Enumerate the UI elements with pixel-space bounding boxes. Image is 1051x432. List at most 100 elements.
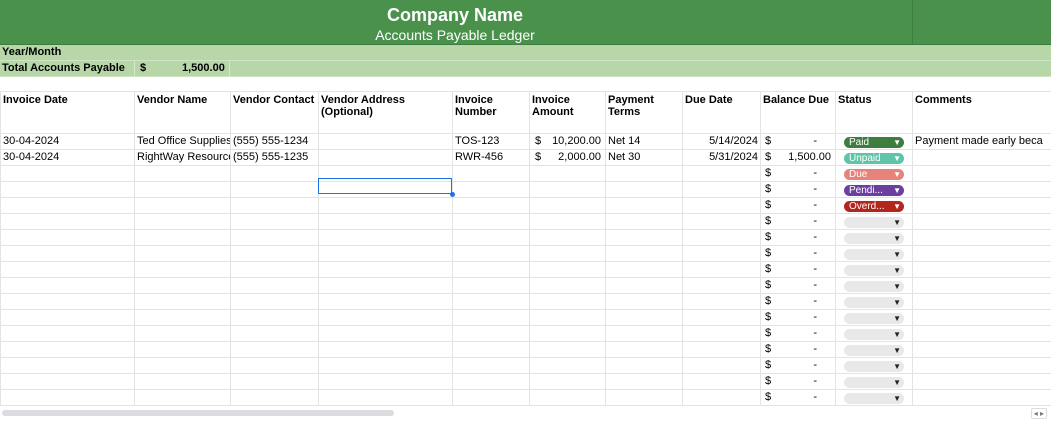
cell-vendor-contact[interactable]	[230, 358, 318, 373]
cell-vendor-name[interactable]	[134, 246, 230, 261]
cell-due-date[interactable]	[682, 166, 760, 181]
cell-payment-terms[interactable]: Net 14	[605, 134, 682, 149]
cell-vendor-name[interactable]	[134, 278, 230, 293]
cell-invoice-number[interactable]	[452, 198, 529, 213]
cell-vendor-address[interactable]	[318, 390, 452, 405]
cell-vendor-name[interactable]	[134, 262, 230, 277]
cell-invoice-number[interactable]	[452, 310, 529, 325]
cell-status[interactable]: ▼	[835, 374, 912, 389]
cell-comments[interactable]	[912, 230, 1051, 245]
cell-vendor-address[interactable]	[318, 262, 452, 277]
cell-vendor-contact[interactable]	[230, 390, 318, 405]
cell-invoice-date[interactable]	[0, 342, 134, 357]
cell-status[interactable]: Unpaid ▼	[835, 150, 912, 165]
cell-invoice-number[interactable]: RWR-456	[452, 150, 529, 165]
cell-invoice-amount[interactable]	[529, 342, 605, 357]
cell-vendor-address[interactable]	[318, 278, 452, 293]
cell-invoice-date[interactable]	[0, 310, 134, 325]
cell-comments[interactable]	[912, 150, 1051, 165]
cell-invoice-date[interactable]	[0, 374, 134, 389]
cell-vendor-name[interactable]: Ted Office Supplies	[134, 134, 230, 149]
status-dropdown[interactable]: Pendi... ▼	[844, 185, 904, 196]
cell-vendor-address[interactable]	[318, 374, 452, 389]
cell-vendor-contact[interactable]	[230, 294, 318, 309]
cell-comments[interactable]	[912, 374, 1051, 389]
header-invoice-amount[interactable]: Invoice Amount	[529, 92, 605, 133]
scroll-arrows[interactable]: ◂ ▸	[1030, 408, 1047, 419]
header-invoice-date[interactable]: Invoice Date	[0, 92, 134, 133]
cell-vendor-name[interactable]	[134, 214, 230, 229]
cell-balance-due[interactable]: $ -	[760, 182, 835, 197]
cell-status[interactable]: ▼	[835, 310, 912, 325]
cell-comments[interactable]	[912, 294, 1051, 309]
cell-vendor-address[interactable]	[318, 246, 452, 261]
status-dropdown[interactable]: ▼	[844, 313, 904, 324]
status-dropdown[interactable]: ▼	[844, 329, 904, 340]
year-month-row[interactable]: Year/Month	[0, 45, 1051, 61]
cell-vendor-contact[interactable]	[230, 342, 318, 357]
cell-payment-terms[interactable]: Net 30	[605, 150, 682, 165]
cell-invoice-amount[interactable]	[529, 262, 605, 277]
cell-invoice-date[interactable]: 30-04-2024	[0, 134, 134, 149]
cell-balance-due[interactable]: $ -	[760, 230, 835, 245]
cell-vendor-contact[interactable]	[230, 374, 318, 389]
cell-invoice-date[interactable]	[0, 278, 134, 293]
cell-status[interactable]: Pendi... ▼	[835, 182, 912, 197]
cell-balance-due[interactable]: $ -	[760, 262, 835, 277]
spacer-row[interactable]	[0, 77, 1051, 92]
cell-vendor-name[interactable]	[134, 294, 230, 309]
cell-balance-due[interactable]: $ -	[760, 358, 835, 373]
cell-vendor-name[interactable]	[134, 358, 230, 373]
cell-comments[interactable]: Payment made early beca	[912, 134, 1051, 149]
cell-status[interactable]: ▼	[835, 262, 912, 277]
cell-vendor-name[interactable]	[134, 198, 230, 213]
cell-vendor-contact[interactable]	[230, 262, 318, 277]
cell-balance-due[interactable]: $ -	[760, 294, 835, 309]
cell-balance-due[interactable]: $ -	[760, 134, 835, 149]
cell-vendor-contact[interactable]	[230, 230, 318, 245]
cell-due-date[interactable]	[682, 198, 760, 213]
cell-payment-terms[interactable]	[605, 246, 682, 261]
cell-comments[interactable]	[912, 310, 1051, 325]
cell-invoice-date[interactable]: 30-04-2024	[0, 150, 134, 165]
cell-comments[interactable]	[912, 214, 1051, 229]
cell-vendor-name[interactable]	[134, 374, 230, 389]
status-dropdown[interactable]: ▼	[844, 393, 904, 404]
cell-status[interactable]: Paid ▼	[835, 134, 912, 149]
cell-invoice-amount[interactable]: $10,200.00	[529, 134, 605, 149]
cell-invoice-amount[interactable]	[529, 182, 605, 197]
cell-status[interactable]: ▼	[835, 390, 912, 405]
cell-invoice-date[interactable]	[0, 198, 134, 213]
cell-vendor-name[interactable]	[134, 166, 230, 181]
status-dropdown[interactable]: ▼	[844, 361, 904, 372]
cell-payment-terms[interactable]	[605, 310, 682, 325]
status-dropdown[interactable]: ▼	[844, 217, 904, 228]
chevron-left-icon[interactable]: ◂	[1034, 409, 1038, 418]
cell-comments[interactable]	[912, 358, 1051, 373]
header-due-date[interactable]: Due Date	[682, 92, 760, 133]
cell-status[interactable]: ▼	[835, 358, 912, 373]
cell-vendor-contact[interactable]	[230, 326, 318, 341]
cell-payment-terms[interactable]	[605, 326, 682, 341]
cell-vendor-address[interactable]	[318, 134, 452, 149]
cell-invoice-number[interactable]	[452, 166, 529, 181]
cell-invoice-date[interactable]	[0, 246, 134, 261]
cell-payment-terms[interactable]	[605, 374, 682, 389]
cell-vendor-address[interactable]	[318, 342, 452, 357]
cell-vendor-contact[interactable]	[230, 166, 318, 181]
cell-balance-due[interactable]: $ -	[760, 166, 835, 181]
selected-cell[interactable]	[318, 178, 452, 194]
cell-invoice-number[interactable]	[452, 342, 529, 357]
status-dropdown[interactable]: Paid ▼	[844, 137, 904, 148]
cell-payment-terms[interactable]	[605, 182, 682, 197]
cell-payment-terms[interactable]	[605, 342, 682, 357]
cell-invoice-date[interactable]	[0, 214, 134, 229]
cell-comments[interactable]	[912, 198, 1051, 213]
cell-vendor-name[interactable]	[134, 390, 230, 405]
cell-due-date[interactable]	[682, 246, 760, 261]
cell-status[interactable]: Overd... ▼	[835, 198, 912, 213]
cell-payment-terms[interactable]	[605, 166, 682, 181]
cell-invoice-amount[interactable]	[529, 390, 605, 405]
cell-invoice-date[interactable]	[0, 294, 134, 309]
status-dropdown[interactable]: Unpaid ▼	[844, 153, 904, 164]
